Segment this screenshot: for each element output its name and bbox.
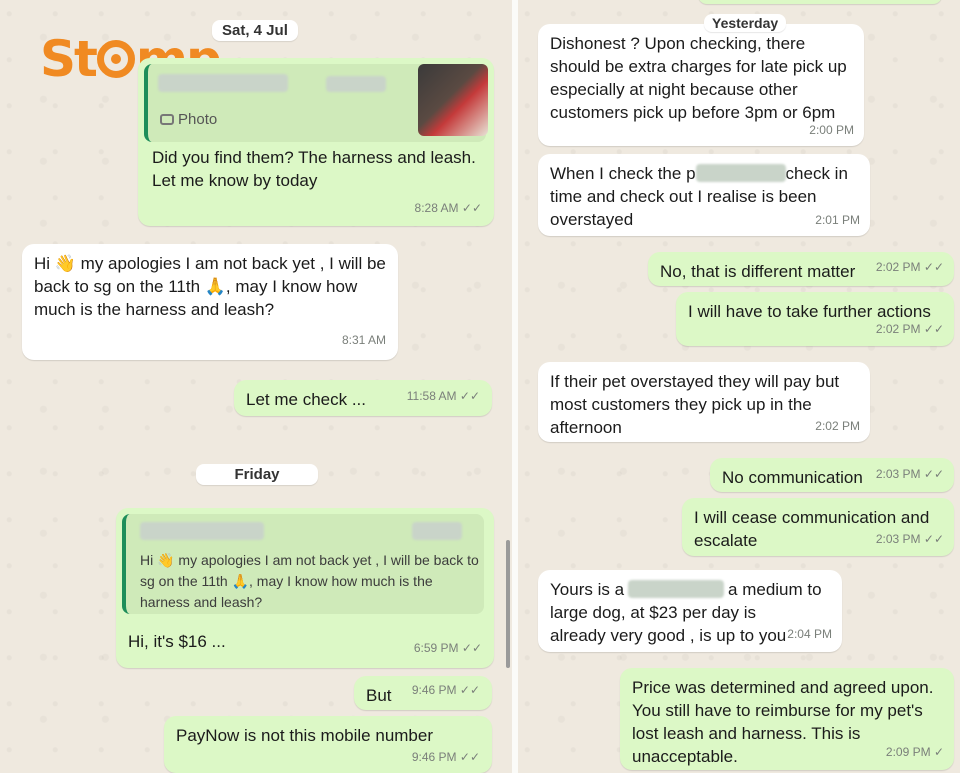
timestamp: 9:46 PM ✓✓ xyxy=(411,683,480,697)
message-text: Did you find them? The harness and leash… xyxy=(152,148,476,190)
timestamp: 2:09 PM ✓ xyxy=(885,745,944,759)
message-text: Hi, it's $16 ... xyxy=(128,632,226,651)
photo-label: Photo xyxy=(178,111,218,128)
message-bubble-in[interactable]: When I check the p check in time and chec… xyxy=(538,154,870,236)
redacted-sender xyxy=(140,522,264,540)
date-chip-friday: Friday xyxy=(196,464,318,485)
timestamp: 2:01 PM xyxy=(815,213,860,227)
message-text: If their pet overstayed they will pay bu… xyxy=(550,372,840,437)
timestamp: 6:59 PM ✓✓ xyxy=(413,641,482,655)
chat-panel-left: Stmp Sat, 4 Jul Photo Did you find them?… xyxy=(0,0,512,773)
message-bubble-out[interactable]: I will have to take further actions 2:02… xyxy=(676,292,954,346)
read-ticks-icon: ✓✓ xyxy=(461,201,482,215)
message-bubble-in[interactable]: If their pet overstayed they will pay bu… xyxy=(538,362,870,442)
sent-tick-icon: ✓ xyxy=(933,745,944,759)
timestamp: 11:58 AM ✓✓ xyxy=(406,389,480,403)
scrollbar[interactable] xyxy=(506,540,510,668)
read-ticks-icon: ✓✓ xyxy=(923,322,944,336)
timestamp: 2:02 PM ✓✓ xyxy=(875,322,944,336)
timestamp: 2:02 PM xyxy=(815,419,860,433)
logo-text-pre: St xyxy=(40,30,98,88)
message-bubble-out[interactable]: I will cease communication and escalate … xyxy=(682,498,954,556)
message-bubble-in[interactable]: Hi 👋 my apologies I am not back yet , I … xyxy=(22,244,398,360)
timestamp: 2:03 PM ✓✓ xyxy=(875,467,944,481)
dog-photo-thumbnail[interactable] xyxy=(418,64,488,136)
timestamp: 8:31 AM xyxy=(341,333,386,347)
timestamp: 9:46 PM ✓✓ xyxy=(411,750,480,764)
redacted-text xyxy=(326,76,386,92)
message-bubble-out[interactable]: No, that is different matter 2:02 PM ✓✓ xyxy=(648,252,954,286)
date-chip: Sat, 4 Jul xyxy=(212,20,298,41)
message-bubble-out[interactable]: Price was determined and agreed upon. Yo… xyxy=(620,668,954,770)
message-bubble-in[interactable]: Dishonest ? Upon checking, there should … xyxy=(538,24,864,146)
date-chip-yesterday: Yesterday xyxy=(704,14,787,32)
quoted-text: Hi 👋 my apologies I am not back yet , I … xyxy=(140,552,479,610)
timestamp: 2:00 PM xyxy=(809,123,854,137)
read-ticks-icon: ✓✓ xyxy=(923,532,944,546)
read-ticks-icon: ✓✓ xyxy=(459,683,480,697)
read-ticks-icon: ✓✓ xyxy=(461,641,482,655)
redacted-text xyxy=(412,522,462,540)
camera-icon xyxy=(160,114,174,125)
read-ticks-icon: ✓✓ xyxy=(923,467,944,481)
timestamp: 2:03 PM ✓✓ xyxy=(875,532,944,546)
redacted-text xyxy=(695,164,786,182)
read-ticks-icon: ✓✓ xyxy=(459,750,480,764)
message-text: Hi 👋 my apologies I am not back yet , I … xyxy=(34,254,386,319)
photo-label-row: Photo xyxy=(160,108,217,131)
redacted-text xyxy=(628,580,725,598)
message-bubble-out[interactable]: Let me check ... 11:58 AM ✓✓ xyxy=(234,380,492,416)
timestamp: 8:28 AM ✓✓ xyxy=(414,201,482,215)
message-text: PayNow is not this mobile number xyxy=(176,726,434,745)
timestamp: 2:04 PM xyxy=(787,627,832,641)
message-bubble-out[interactable]: No communication 2:03 PM ✓✓ xyxy=(710,458,954,492)
message-bubble-in[interactable]: Yours is aa medium to large dog, at $23 … xyxy=(538,570,842,652)
reply-bubble[interactable]: Hi 👋 my apologies I am not back yet , I … xyxy=(116,508,494,668)
read-ticks-icon: ✓✓ xyxy=(923,260,944,274)
message-bubble-out[interactable]: But 9:46 PM ✓✓ xyxy=(354,676,492,710)
message-text: When I check the p check in time and chec… xyxy=(550,164,848,229)
timestamp: 2:02 PM ✓✓ xyxy=(875,260,944,274)
quoted-message[interactable]: Hi 👋 my apologies I am not back yet , I … xyxy=(122,514,484,614)
chat-panel-right: Dishonest ? Upon checking, there should … xyxy=(518,0,960,773)
read-ticks-icon: ✓✓ xyxy=(459,389,480,403)
message-bubble-out-cut[interactable] xyxy=(698,0,942,4)
message-bubble-out[interactable]: PayNow is not this mobile number 9:46 PM… xyxy=(164,716,492,773)
redacted-sender xyxy=(158,74,288,92)
message-text: Dishonest ? Upon checking, there should … xyxy=(550,34,847,122)
logo-paw-icon xyxy=(96,40,135,78)
